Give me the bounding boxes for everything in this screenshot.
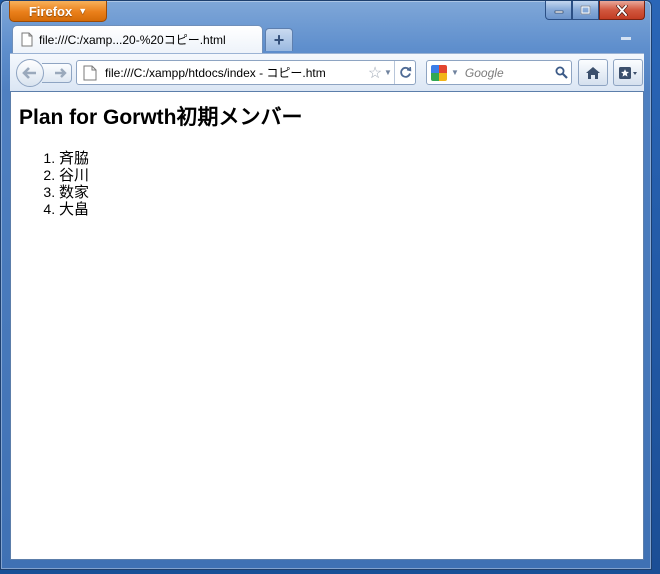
chevron-down-icon: ▼ [78,6,88,16]
reload-icon [399,66,411,78]
new-tab-button[interactable]: + [265,28,293,51]
home-icon [586,66,600,79]
page-content: Plan for Gorwth初期メンバー 斉脇 谷川 数家 大畠 [10,91,644,560]
back-arrow-icon [22,67,36,79]
tab-title: file:///C:/xamp...20-%20コピー.html [39,33,226,47]
forward-arrow-icon [54,68,67,78]
list-item: 谷川 [59,167,643,184]
star-icon[interactable]: ☆ [366,63,384,83]
page-icon [21,32,33,47]
firefox-menu-button[interactable]: Firefox ▼ [9,1,107,22]
bookmarks-icon [619,66,637,79]
maximize-button[interactable] [572,1,599,20]
search-engine-dropdown-icon[interactable]: ▼ [451,68,459,77]
magnifier-icon [555,66,568,79]
search-bar[interactable]: ▼ [426,60,572,85]
close-icon [616,4,628,16]
history-dropdown-icon[interactable]: ▼ [384,68,394,77]
close-button[interactable] [599,1,645,20]
tab-list-icon: ▬ [621,32,631,43]
minimize-icon [554,10,563,14]
url-bar[interactable]: file:///C:/xampp/htdocs/index - コピー.htm … [76,60,416,85]
back-button[interactable] [16,59,44,87]
search-button[interactable] [551,66,571,79]
window-caption-buttons [545,1,645,20]
list-all-tabs-button[interactable]: ▬ [621,32,631,43]
browser-window: Firefox ▼ file:///C:/xamp...20-%20コピー.ht… [0,0,652,570]
search-input[interactable] [462,64,551,81]
list-item: 斉脇 [59,150,643,167]
maximize-icon [580,5,591,15]
list-item: 数家 [59,184,643,201]
back-forward-group [16,59,76,87]
list-item: 大畠 [59,201,643,218]
reload-button[interactable] [394,61,415,84]
page-icon [83,65,99,81]
page-heading: Plan for Gorwth初期メンバー [19,106,303,129]
home-button[interactable] [578,59,608,86]
forward-button[interactable] [42,63,72,83]
member-list: 斉脇 谷川 数家 大畠 [11,150,643,218]
tab-active[interactable]: file:///C:/xamp...20-%20コピー.html [12,25,263,53]
navigation-toolbar: file:///C:/xampp/htdocs/index - コピー.htm … [10,53,644,91]
url-text[interactable]: file:///C:/xampp/htdocs/index - コピー.htm [105,64,366,81]
google-icon[interactable] [431,64,447,81]
firefox-menu-label: Firefox [28,3,73,19]
plus-icon: + [273,29,285,50]
bookmarks-button[interactable] [613,59,643,86]
minimize-button[interactable] [545,1,572,20]
